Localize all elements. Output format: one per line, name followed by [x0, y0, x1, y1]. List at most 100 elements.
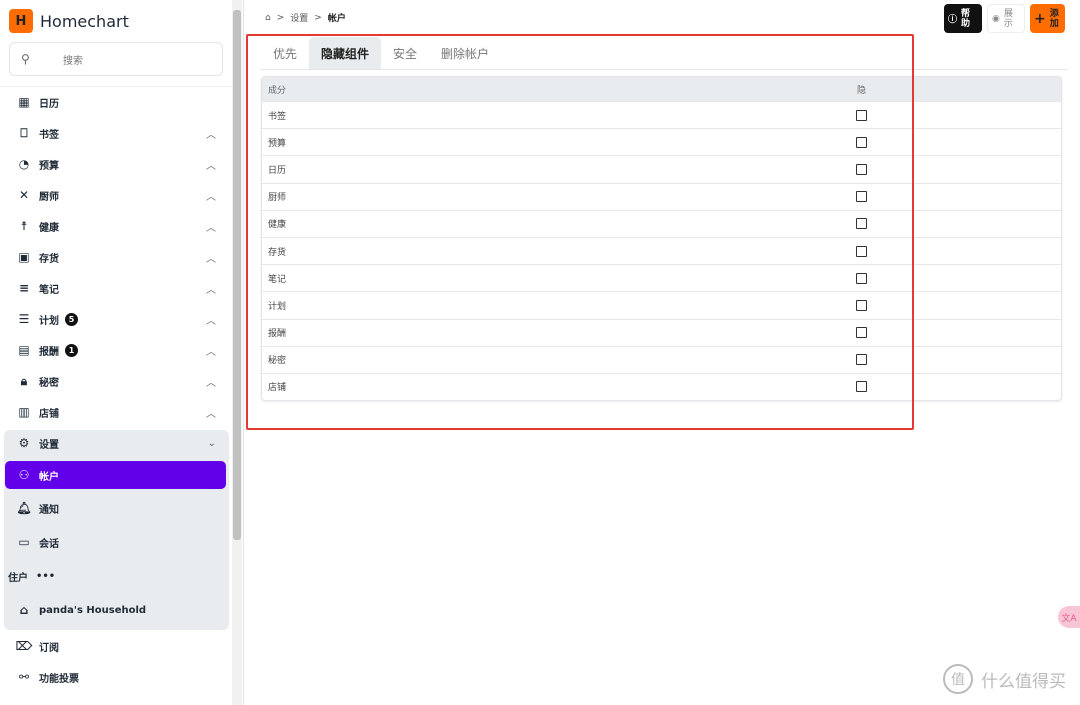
lock-icon: 🔒︎ — [20, 373, 28, 388]
help-icon: ⓘ — [948, 15, 958, 25]
sidebar-item[interactable]: ◔ 预算 ︿ — [5, 150, 226, 178]
notes-icon: ≡ — [18, 281, 30, 295]
label: 会话 — [39, 538, 59, 550]
label: 报酬 — [39, 346, 59, 358]
app-name: Homechart — [40, 11, 129, 31]
app-logo[interactable]: H Homechart — [9, 9, 129, 33]
label: panda's Household — [39, 604, 147, 616]
chevron-up-icon[interactable]: ︿ — [206, 405, 216, 420]
divider — [0, 86, 232, 87]
gear-icon: ⚙ — [18, 436, 30, 450]
label: 订阅 — [39, 642, 59, 654]
sidebar-item[interactable]: ☰ 计划 5 ︿ — [5, 305, 226, 333]
chevron-down-icon: ⌄ — [207, 437, 216, 449]
breadcrumb-account: 帐户 — [327, 14, 346, 24]
label: 计划 — [39, 315, 59, 327]
devices-icon: ▭ — [18, 535, 30, 549]
label: 住户 — [8, 572, 28, 584]
household-header: 住户 ••• — [8, 562, 229, 590]
translate-icon[interactable]: 文A — [1058, 606, 1080, 628]
sidebar-item[interactable]: 🔒︎ 秘密 ︿ — [5, 367, 226, 395]
watermark-text: 什么值得买 — [981, 671, 1066, 692]
sidebar-item-sessions[interactable]: ▭ 会话 — [5, 528, 226, 556]
sidebar-item-account[interactable]: ⚇ 帐户 — [5, 461, 226, 489]
watermark-logo: 值 — [943, 664, 973, 694]
divider — [243, 0, 244, 705]
label: 存货 — [39, 253, 59, 265]
count-badge: 1 — [65, 343, 78, 357]
sidebar-item[interactable]: ▣ 存货 ︿ — [5, 243, 226, 271]
label: 添 — [1049, 8, 1059, 19]
sidebar-scrollbar[interactable] — [232, 0, 242, 705]
label: 帐户 — [39, 471, 59, 483]
sidebar-item-subscription[interactable]: ⌦ 订阅 — [5, 632, 226, 660]
chevron-up-icon[interactable]: ︿ — [206, 312, 216, 327]
sidebar-item[interactable]: ✕ 厨师 ︿ — [5, 181, 226, 209]
search-input[interactable]: ⚲ 搜索 — [9, 42, 223, 76]
chevron-up-icon[interactable]: ︿ — [206, 157, 216, 172]
bell-icon: 🔔︎ — [16, 501, 32, 515]
inventory-icon: ▣ — [18, 250, 30, 264]
sidebar-item[interactable]: ≡ 笔记 ︿ — [5, 274, 226, 302]
home-icon[interactable]: ⌂ — [265, 13, 271, 23]
person-icon: ☨ — [20, 219, 28, 233]
plus-icon: + — [1034, 10, 1046, 27]
chevron-up-icon[interactable]: ︿ — [206, 219, 216, 234]
chevron-up-icon[interactable]: ︿ — [206, 343, 216, 358]
add-button[interactable]: + 添加 — [1030, 4, 1065, 33]
sidebar-item-household[interactable]: ⌂ panda's Household — [5, 596, 226, 624]
separator: > — [276, 12, 285, 23]
sidebar-item-notifications[interactable]: 🔔︎ 通知 — [5, 494, 226, 522]
label: 功能投票 — [39, 673, 79, 685]
more-icon[interactable]: ••• — [36, 571, 55, 582]
label: 书签 — [39, 129, 59, 141]
tag-icon: ⌦ — [15, 639, 33, 653]
store-icon: ▥ — [18, 405, 30, 419]
sidebar-item-settings[interactable]: ⚙ 设置 ⌄ — [5, 429, 226, 457]
chevron-up-icon[interactable]: ︿ — [206, 250, 216, 265]
vote-icon: ⚯ — [18, 670, 30, 684]
sidebar-item[interactable]: ▦ 日历 — [5, 88, 226, 116]
label: 厨师 — [39, 191, 59, 203]
label: 秘密 — [39, 377, 59, 389]
sidebar-item[interactable]: ▥ 店铺 ︿ — [5, 398, 226, 426]
label: 设置 — [39, 439, 59, 451]
bookmark-icon: ⎕ — [20, 125, 28, 140]
label: 健康 — [39, 222, 59, 234]
chevron-up-icon[interactable]: ︿ — [206, 281, 216, 296]
label: 笔记 — [39, 284, 59, 296]
label: 帮 — [961, 8, 971, 19]
label: 助 — [961, 18, 971, 29]
sidebar: H Homechart ⚲ 搜索 ▦ 日历 ⎕ 书签 ︿ ◔ 预算 ︿ ✕ 厨师 ︿ ☨ 健康 ︿ ▣ 存货 ︿… — [0, 0, 232, 705]
label: 示 — [1003, 18, 1013, 29]
chevron-up-icon[interactable]: ︿ — [206, 188, 216, 203]
piggy-bank-icon: ◔ — [18, 157, 30, 171]
eye-icon: ◉ — [992, 13, 1000, 24]
watermark: 值什么值得买 — [943, 664, 1066, 694]
checklist-icon: ☰ — [18, 312, 30, 326]
scrollbar-thumb[interactable] — [233, 10, 241, 540]
search-icon: ⚲ — [21, 52, 30, 66]
gift-icon: ▤ — [18, 343, 30, 357]
help-button[interactable]: ⓘ 帮助 — [944, 4, 982, 33]
sidebar-item[interactable]: ▤ 报酬 1 ︿ — [5, 336, 226, 364]
sidebar-item[interactable]: ☨ 健康 ︿ — [5, 212, 226, 240]
calendar-icon: ▦ — [18, 95, 30, 109]
search-placeholder: 搜索 — [63, 55, 83, 67]
separator: > — [314, 12, 322, 23]
highlight-box — [246, 34, 914, 430]
chevron-up-icon[interactable]: ︿ — [206, 374, 216, 389]
label: 日历 — [39, 98, 59, 110]
house-icon: ⌂ — [19, 603, 29, 617]
show-button[interactable]: ◉ 展示 — [987, 4, 1025, 33]
homechart-logo-icon: H — [9, 9, 33, 33]
sidebar-item-feature-vote[interactable]: ⚯ 功能投票 — [5, 663, 226, 691]
breadcrumb: ⌂ > 设置 > 帐户 — [265, 11, 346, 25]
sidebar-item[interactable]: ⎕ 书签 ︿ — [5, 119, 226, 147]
label: 加 — [1049, 18, 1059, 29]
label: 通知 — [39, 504, 59, 516]
chevron-up-icon[interactable]: ︿ — [206, 126, 216, 141]
user-icon: ⚇ — [18, 468, 30, 482]
utensils-icon: ✕ — [18, 188, 30, 202]
breadcrumb-settings[interactable]: 设置 — [290, 11, 308, 24]
